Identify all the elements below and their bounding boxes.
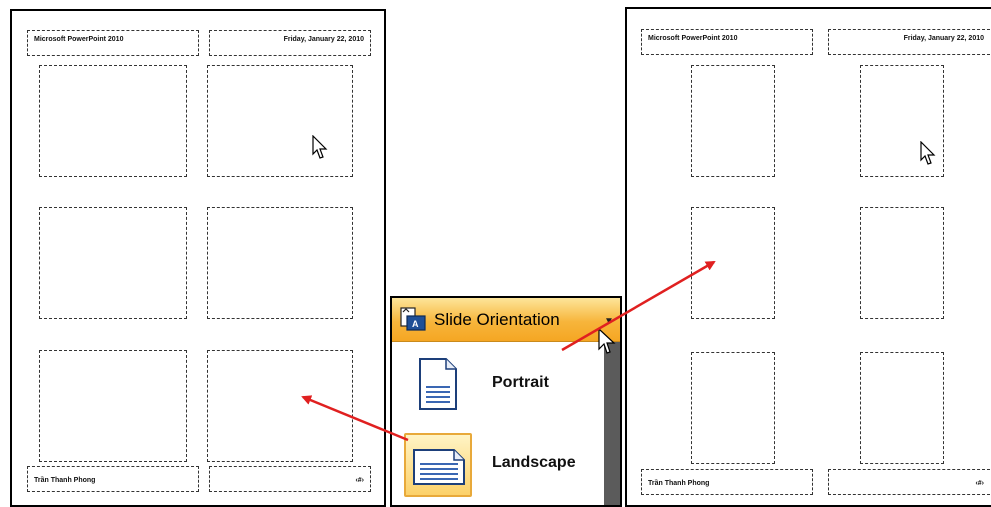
annotation-arrows <box>301 260 716 442</box>
arrow-to-portrait-page <box>561 260 716 352</box>
arrow-to-landscape-page <box>301 395 409 442</box>
